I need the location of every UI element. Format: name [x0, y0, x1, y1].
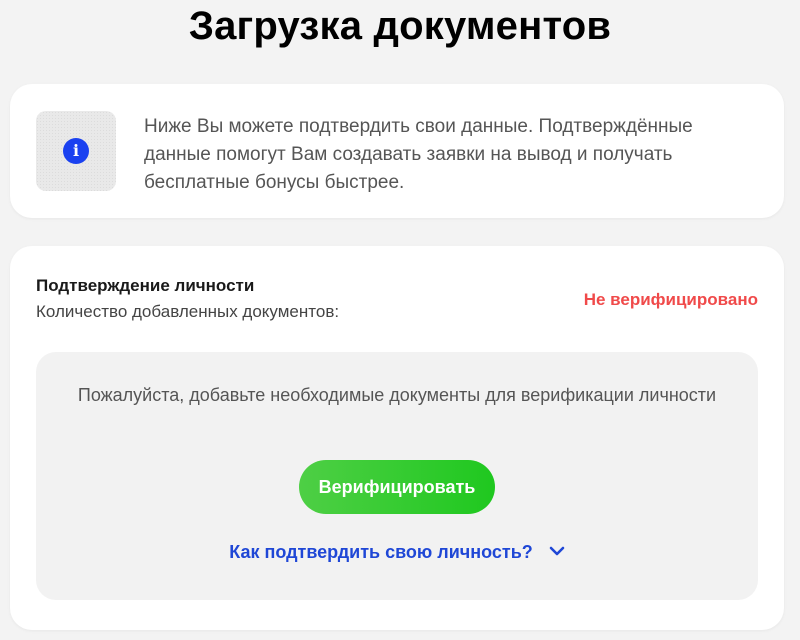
page-title: Загрузка документов	[188, 4, 612, 48]
info-card: i Ниже Вы можете подтвердить свои данные…	[10, 84, 784, 218]
how-to-verify-link-label: Как подтвердить свою личность?	[229, 542, 533, 562]
info-icon: i	[63, 138, 89, 164]
upload-prompt: Пожалуйста, добавьте необходимые докумен…	[77, 385, 717, 405]
info-text: Ниже Вы можете подтвердить свои данные. …	[144, 116, 693, 193]
verify-button[interactable]: Верифицировать	[299, 460, 495, 514]
chevron-down-icon	[549, 541, 565, 562]
status-badge: Не верифицировано	[583, 290, 758, 309]
documents-count-label: Количество добавленных документов:	[36, 302, 340, 321]
info-icon-box: i	[36, 111, 116, 191]
identity-verification-card: Подтверждение личности Количество добавл…	[10, 246, 784, 630]
section-title: Подтверждение личности	[36, 276, 255, 295]
how-to-verify-link[interactable]: Как подтвердить свою личность?	[36, 542, 758, 563]
upload-panel: Пожалуйста, добавьте необходимые докумен…	[36, 352, 758, 600]
page: Загрузка документов i Ниже Вы можете под…	[0, 0, 800, 640]
